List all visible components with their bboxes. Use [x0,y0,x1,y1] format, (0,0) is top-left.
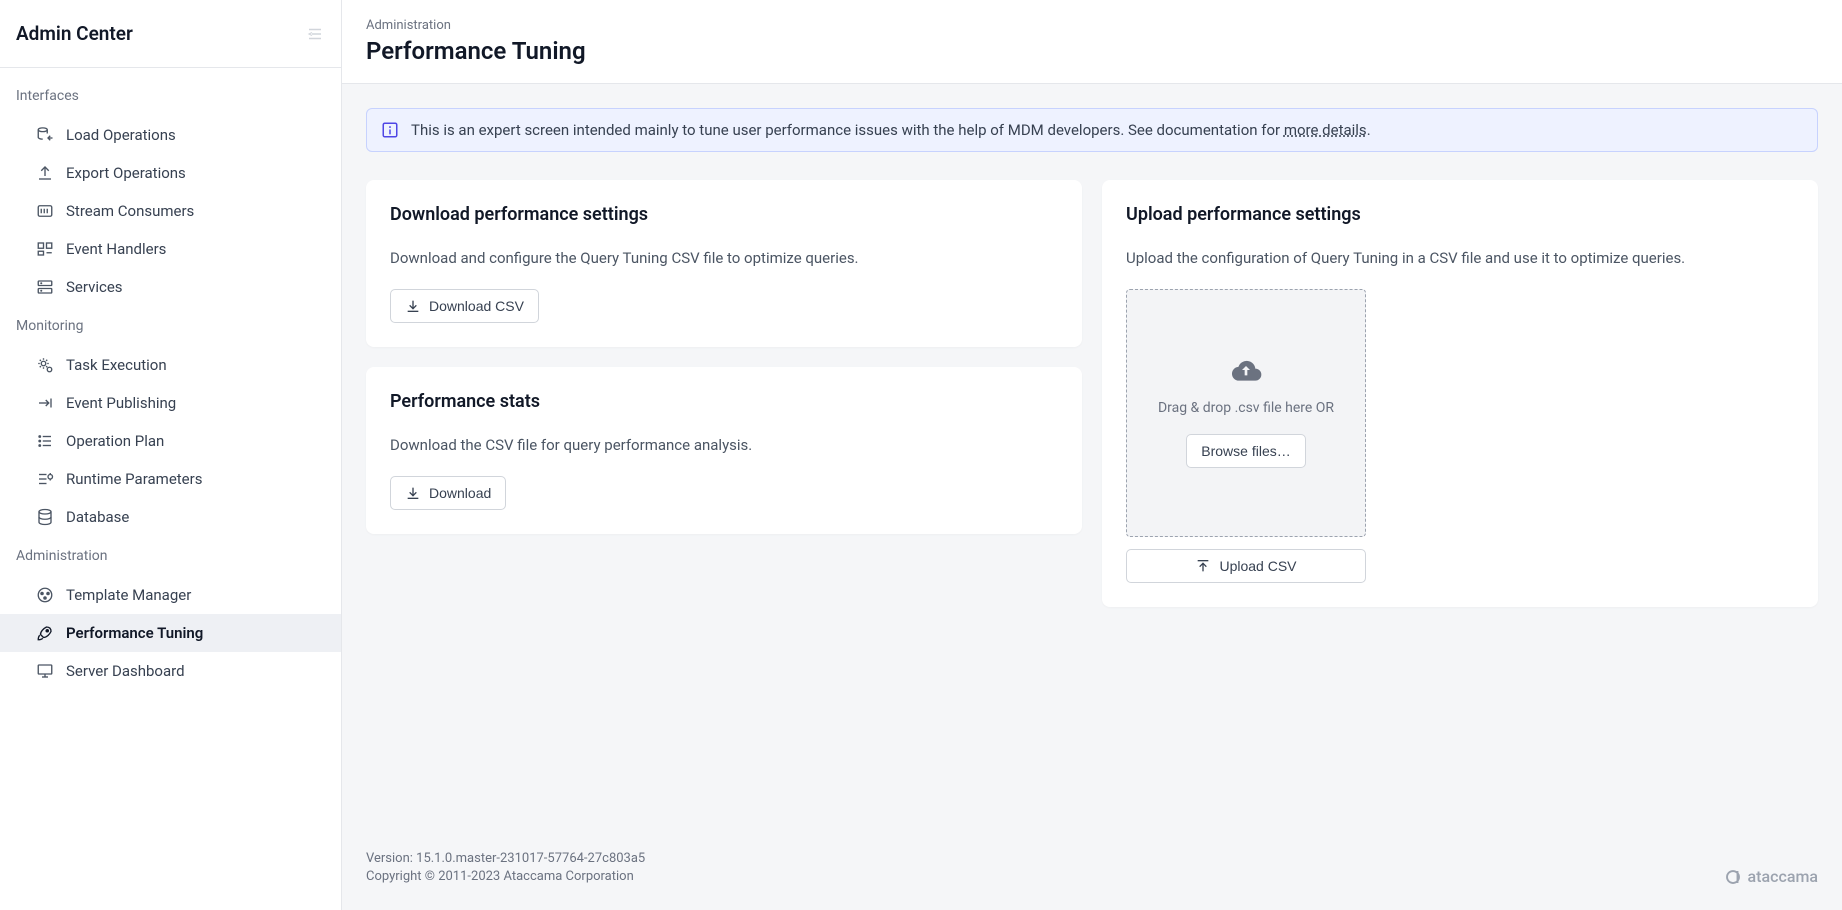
rocket-icon [36,624,54,642]
nav-section-monitoring: Monitoring [0,306,341,346]
button-label: Download CSV [429,298,524,314]
nav-section-administration: Administration [0,536,341,576]
sidebar-item-label: Task Execution [66,356,167,374]
stream-icon [36,202,54,220]
sidebar-collapse-icon[interactable] [305,25,325,43]
sidebar-item-template-manager[interactable]: Template Manager [0,576,341,614]
brand: ataccama [1724,867,1818,886]
footer: Version: 15.1.0.master-231017-57764-27c8… [366,830,1818,886]
gear-task-icon [36,356,54,374]
button-label: Download [429,485,491,501]
brand-text: ataccama [1748,867,1818,886]
file-dropzone[interactable]: Drag & drop .csv file here OR Browse fil… [1126,289,1366,537]
sidebar-item-performance-tuning[interactable]: Performance Tuning [0,614,341,652]
sidebar-item-event-handlers[interactable]: Event Handlers [0,230,341,268]
sidebar-item-runtime-parameters[interactable]: Runtime Parameters [0,460,341,498]
info-link[interactable]: more details [1284,121,1367,139]
nav-section-title: Monitoring [16,318,325,334]
card-performance-stats: Performance stats Download the CSV file … [366,367,1082,534]
database-arrow-icon [36,126,54,144]
sliders-icon [36,470,54,488]
publish-icon [36,394,54,412]
download-icon [405,298,421,314]
main: Administration Performance Tuning This i… [342,0,1842,910]
button-label: Browse files… [1201,443,1290,459]
sidebar-item-label: Server Dashboard [66,662,185,680]
download-icon [405,485,421,501]
nav-section-title: Interfaces [16,88,325,104]
event-icon [36,240,54,258]
sidebar-item-label: Export Operations [66,164,186,182]
sidebar-item-load-operations[interactable]: Load Operations [0,116,341,154]
sidebar-item-label: Stream Consumers [66,202,194,220]
sidebar-item-label: Services [66,278,123,296]
sidebar-item-label: Database [66,508,129,526]
sidebar-item-label: Load Operations [66,126,176,144]
sidebar-item-export-operations[interactable]: Export Operations [0,154,341,192]
monitor-icon [36,662,54,680]
server-icon [36,278,54,296]
sidebar-nav: Interfaces Load Operations Export Operat… [0,68,341,910]
sidebar-item-operation-plan[interactable]: Operation Plan [0,422,341,460]
footer-info: Version: 15.1.0.master-231017-57764-27c8… [366,850,645,886]
sidebar-item-database[interactable]: Database [0,498,341,536]
sidebar-item-stream-consumers[interactable]: Stream Consumers [0,192,341,230]
card-description: Upload the configuration of Query Tuning… [1126,249,1794,267]
nav-section-title: Administration [16,548,325,564]
template-icon [36,586,54,604]
info-icon [381,121,399,139]
app-title: Admin Center [16,22,133,45]
list-icon [36,432,54,450]
main-body: This is an expert screen intended mainly… [342,84,1842,910]
card-title: Performance stats [390,391,1058,412]
copyright-text: Copyright © 2011-2023 Ataccama Corporati… [366,868,645,886]
upload-csv-button[interactable]: Upload CSV [1126,549,1366,583]
cards-col-left: Download performance settings Download a… [366,180,1082,534]
card-description: Download and configure the Query Tuning … [390,249,1058,267]
sidebar-item-event-publishing[interactable]: Event Publishing [0,384,341,422]
sidebar-header: Admin Center [0,0,341,68]
sidebar-item-label: Operation Plan [66,432,164,450]
card-title: Upload performance settings [1126,204,1794,225]
card-upload-settings: Upload performance settings Upload the c… [1102,180,1818,607]
cards-col-right: Upload performance settings Upload the c… [1102,180,1818,607]
cloud-upload-icon [1230,358,1262,382]
sidebar-item-label: Runtime Parameters [66,470,202,488]
sidebar: Admin Center Interfaces Load Operations … [0,0,342,910]
upload-icon [36,164,54,182]
sidebar-item-label: Event Handlers [66,240,166,258]
sidebar-item-services[interactable]: Services [0,268,341,306]
download-csv-button[interactable]: Download CSV [390,289,539,323]
browse-files-button[interactable]: Browse files… [1186,434,1305,468]
sidebar-item-label: Event Publishing [66,394,176,412]
button-label: Upload CSV [1219,558,1296,574]
sidebar-item-task-execution[interactable]: Task Execution [0,346,341,384]
info-text: This is an expert screen intended mainly… [411,121,1371,139]
cards-row: Download performance settings Download a… [366,180,1818,607]
page-title: Performance Tuning [366,37,1818,65]
main-header: Administration Performance Tuning [342,0,1842,84]
upload-icon [1195,558,1211,574]
card-description: Download the CSV file for query performa… [390,436,1058,454]
card-download-settings: Download performance settings Download a… [366,180,1082,347]
brand-logo-icon [1724,868,1742,886]
info-banner: This is an expert screen intended mainly… [366,108,1818,152]
sidebar-item-label: Template Manager [66,586,191,604]
breadcrumb: Administration [366,18,1818,33]
nav-section-interfaces: Interfaces [0,76,341,116]
sidebar-item-label: Performance Tuning [66,624,203,642]
sidebar-item-server-dashboard[interactable]: Server Dashboard [0,652,341,690]
card-title: Download performance settings [390,204,1058,225]
dropzone-text: Drag & drop .csv file here OR [1158,400,1334,416]
database-icon [36,508,54,526]
download-stats-button[interactable]: Download [390,476,506,510]
version-text: Version: 15.1.0.master-231017-57764-27c8… [366,850,645,868]
